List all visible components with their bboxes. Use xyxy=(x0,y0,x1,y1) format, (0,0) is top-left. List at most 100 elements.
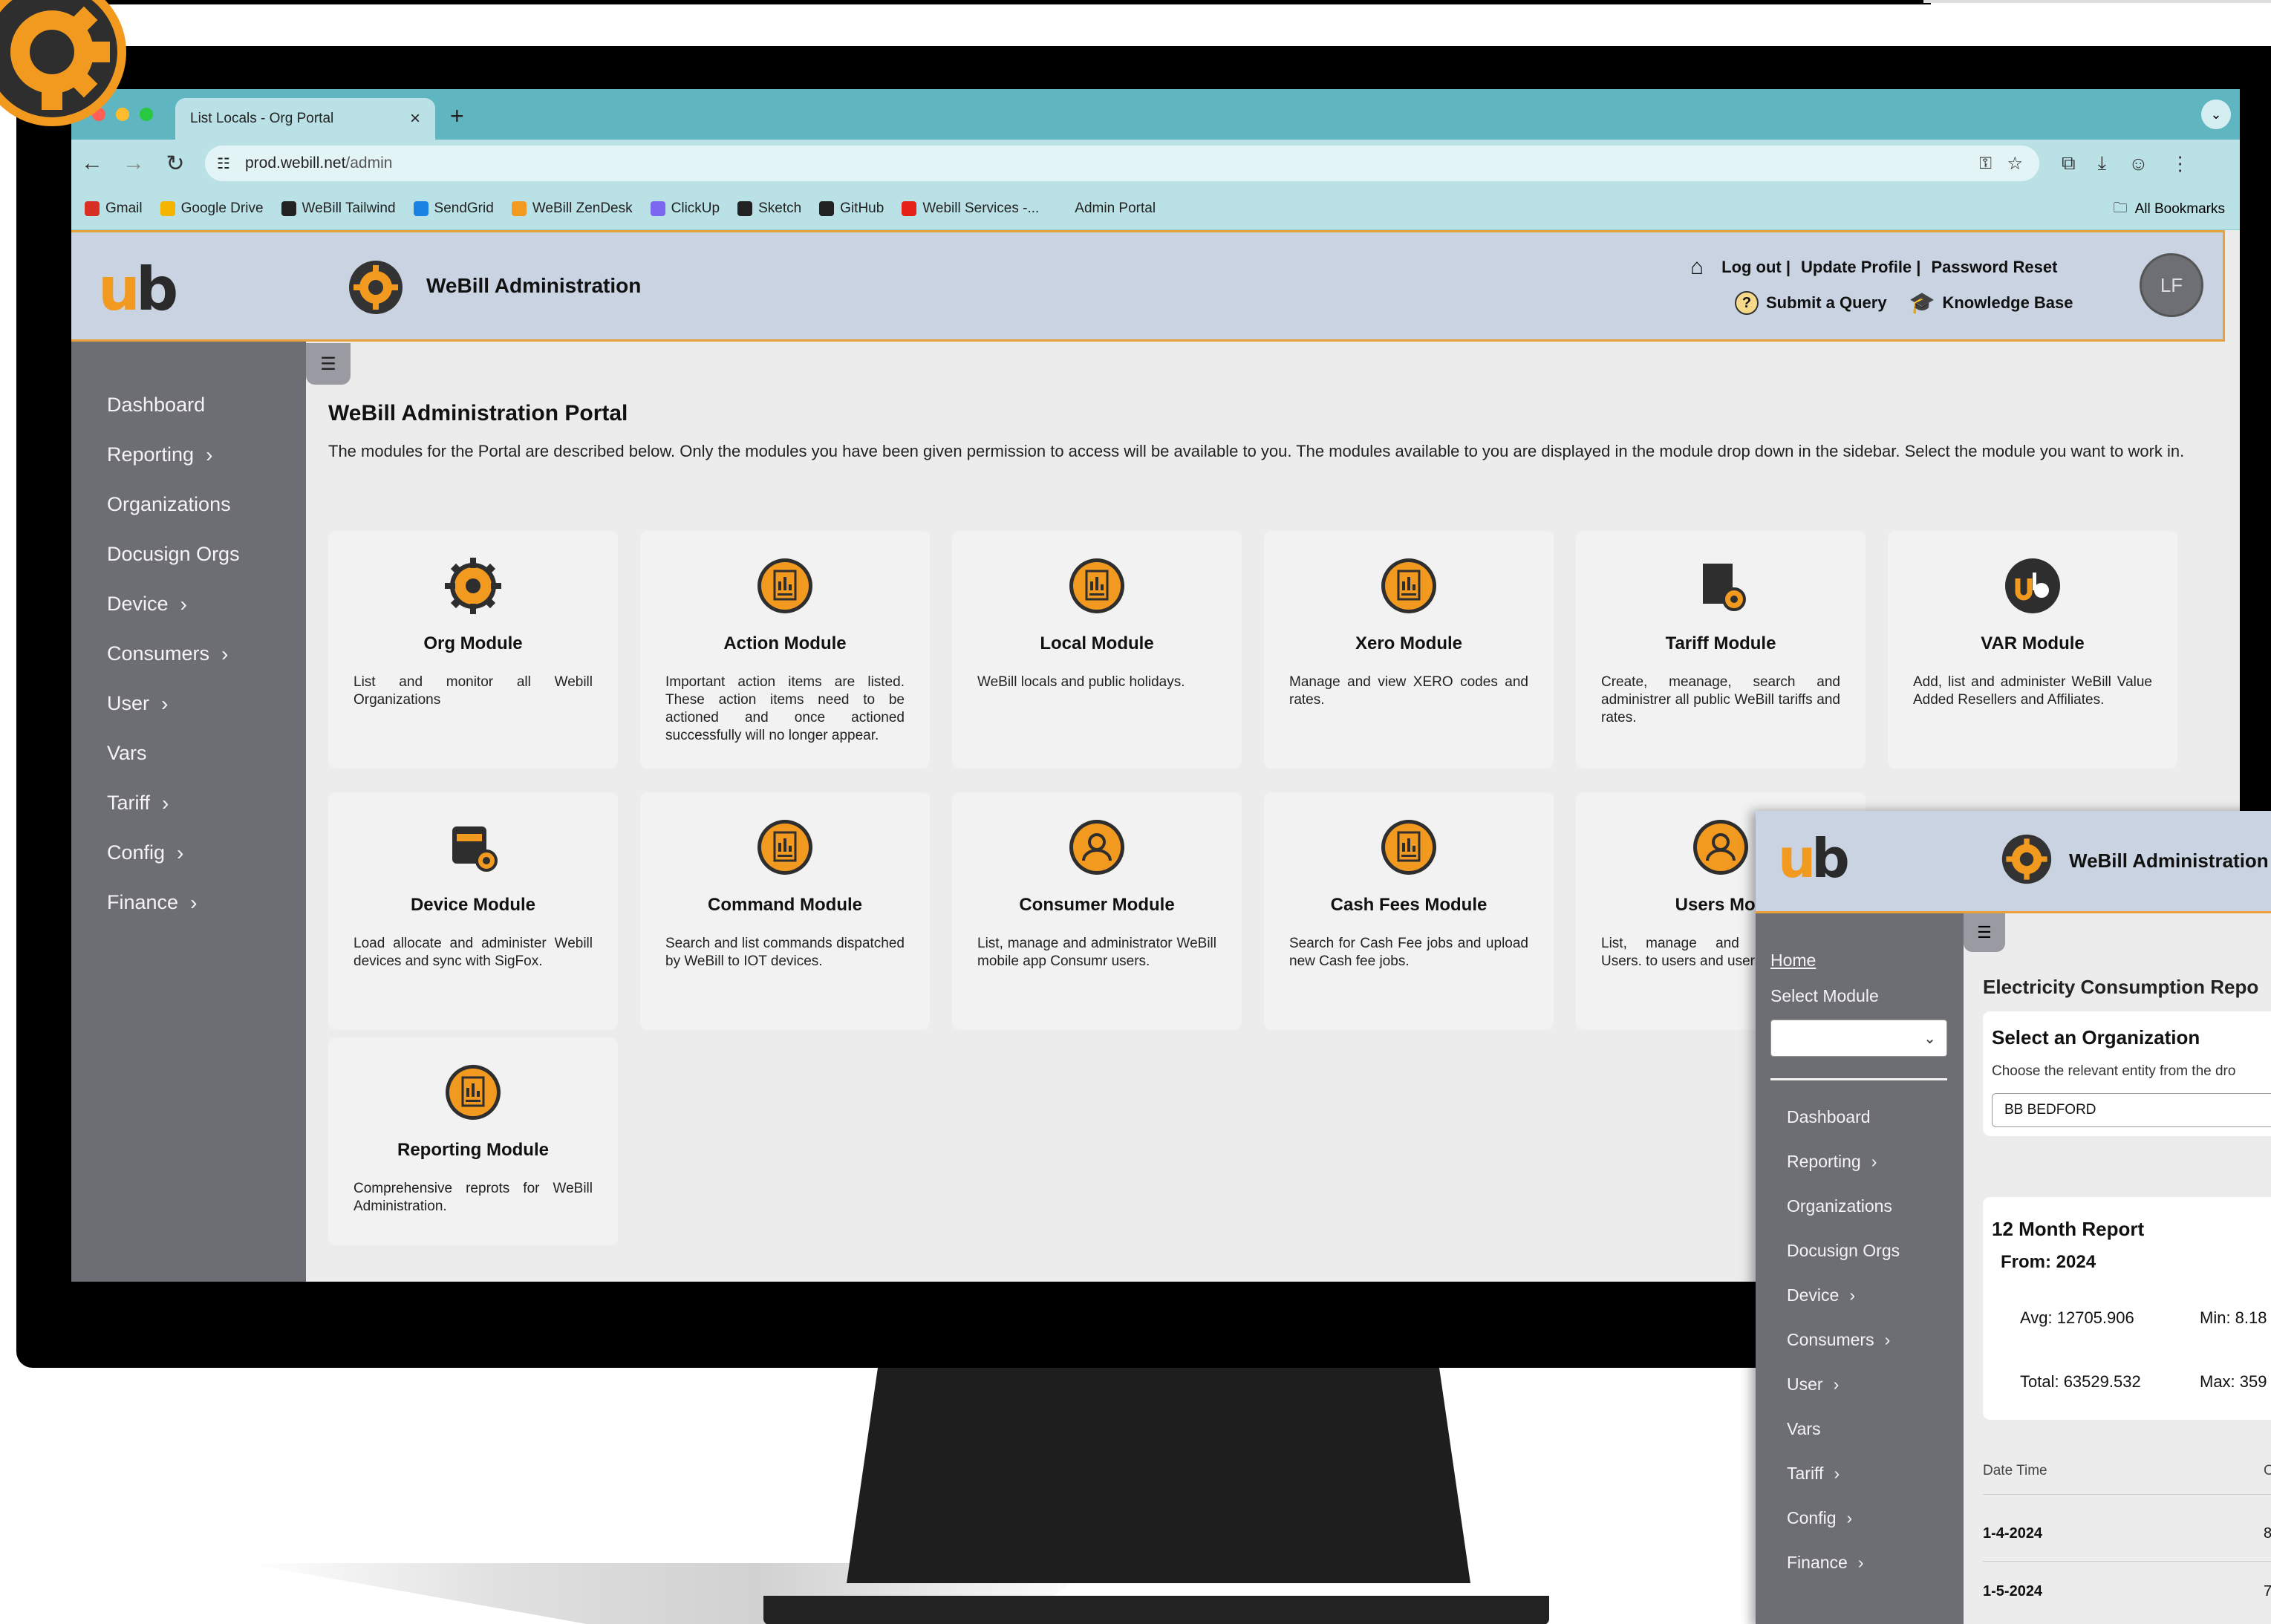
module-title: Tariff Module xyxy=(1665,633,1776,653)
report-icon xyxy=(755,818,815,877)
bookmark-favicon-icon xyxy=(160,200,175,216)
sidebar-item-tariff[interactable]: Tariff › xyxy=(71,778,306,828)
col-date-time: Date Time xyxy=(1983,1463,2047,1478)
profile-icon[interactable]: ☺ xyxy=(2128,152,2148,175)
tab-active[interactable]: List Locals - Org Portal × xyxy=(175,98,435,140)
sidebar-item-consumers[interactable]: Consumers › xyxy=(71,629,306,679)
overlay-collapse-button[interactable]: ☰ xyxy=(1964,913,2005,952)
chevron-right-icon: › xyxy=(161,691,169,715)
password-reset-link[interactable]: Password Reset xyxy=(1931,258,2057,277)
download-icon[interactable]: ⤓ xyxy=(2098,151,2107,175)
sidebar-collapse-button[interactable]: ☰ xyxy=(306,343,351,385)
close-tab-icon[interactable]: × xyxy=(410,108,420,129)
module-card-cash-fees-module[interactable]: Cash Fees Module Search for Cash Fee jobs… xyxy=(1264,792,1554,1030)
sidebar-item-finance[interactable]: Finance › xyxy=(1756,1540,1964,1585)
sidebar-item-finance[interactable]: Finance › xyxy=(71,878,306,927)
overlay-app-title: WeBill Administration xyxy=(2069,849,2269,872)
sidebar-item-dashboard[interactable]: Dashboard xyxy=(71,380,306,430)
knowledge-base-link[interactable]: 🎓 Knowledge Base xyxy=(1909,290,2073,315)
main-content: WeBill Administration Portal The modules… xyxy=(328,401,2229,465)
avg-value: Avg: 12705.906 xyxy=(2020,1308,2134,1327)
sidebar-item-vars[interactable]: Vars xyxy=(71,728,306,778)
avatar[interactable]: LF xyxy=(2140,253,2203,317)
module-card-action-module[interactable]: Action Module Important action items are … xyxy=(640,531,930,769)
bookmark-label: ClickUp xyxy=(671,200,720,216)
bookmark-item[interactable]: ClickUp xyxy=(650,200,720,217)
bookmark-item[interactable]: Admin Portal xyxy=(1075,200,1156,217)
module-card-tariff-module[interactable]: Tariff Module Create, meanage, search and… xyxy=(1576,531,1866,769)
maximize-window-button[interactable] xyxy=(140,108,153,121)
password-key-icon[interactable]: ⚿ xyxy=(1979,154,1992,173)
module-card-var-module[interactable]: VAR Module Add, list and administer WeBil… xyxy=(1888,531,2177,769)
module-card-command-module[interactable]: Command Module Search and list commands d… xyxy=(640,792,930,1030)
sidebar-item-reporting[interactable]: Reporting › xyxy=(71,430,306,480)
module-title: Action Module xyxy=(723,633,847,653)
col-consumption: Cons xyxy=(2264,1463,2271,1478)
menu-icon[interactable]: ⋮ xyxy=(2171,152,2190,175)
bookmark-item[interactable]: Sketch xyxy=(737,200,801,217)
extensions-icon[interactable]: ⧉ xyxy=(2062,151,2076,175)
module-card-local-module[interactable]: Local Module WeBill locals and public hol… xyxy=(952,531,1242,769)
sidebar-item-label: Dashboard xyxy=(1787,1106,1871,1126)
all-bookmarks-label: All Bookmarks xyxy=(2134,201,2225,217)
webill-logo[interactable]: ub xyxy=(98,255,178,324)
sidebar-item-config[interactable]: Config › xyxy=(71,828,306,878)
sidebar-item-user[interactable]: User › xyxy=(71,679,306,728)
sidebar-item-device[interactable]: Device › xyxy=(1756,1273,1964,1317)
sidebar-item-docusign-orgs[interactable]: Docusign Orgs xyxy=(1756,1228,1964,1273)
bookmark-label: Admin Portal xyxy=(1075,200,1156,216)
overlay-webill-logo[interactable]: ub xyxy=(1778,827,1850,890)
sidebar-item-user[interactable]: User › xyxy=(1756,1362,1964,1406)
back-icon[interactable]: ← xyxy=(71,151,113,176)
bookmarks-bar: Gmail Google Drive WeBill Tailwind SendGrid… xyxy=(71,187,2240,230)
sidebar-menu: Dashboard Reporting › Organizations Docusign… xyxy=(71,380,306,927)
reload-icon[interactable]: ↻ xyxy=(154,151,196,177)
module-description: Load allocate and administer Webill devi… xyxy=(353,936,593,969)
new-tab-icon[interactable]: + xyxy=(450,102,464,130)
sidebar-item-organizations[interactable]: Organizations xyxy=(71,480,306,529)
forward-icon[interactable]: → xyxy=(113,151,154,176)
sidebar-item-config[interactable]: Config › xyxy=(1756,1496,1964,1540)
admin-gear-icon xyxy=(349,261,403,314)
overlay-home-link[interactable]: Home xyxy=(1770,950,1816,971)
sidebar-item-organizations[interactable]: Organizations xyxy=(1756,1184,1964,1228)
bookmark-item[interactable]: Google Drive xyxy=(160,200,264,217)
knowledge-base-label: Knowledge Base xyxy=(1942,293,2073,312)
sidebar-item-reporting[interactable]: Reporting › xyxy=(1756,1139,1964,1184)
header-links-2: ? Submit a Query 🎓 Knowledge Base xyxy=(1735,290,2073,315)
bookmark-item[interactable]: WeBill ZenDesk xyxy=(511,200,633,217)
sidebar-item-docusign-orgs[interactable]: Docusign Orgs xyxy=(71,529,306,579)
overlay-select-module-dropdown[interactable]: ⌄ xyxy=(1770,1020,1947,1057)
table-row-value: 8.18 xyxy=(2264,1525,2271,1542)
bookmark-item[interactable]: SendGrid xyxy=(413,200,494,217)
module-card-consumer-module[interactable]: Consumer Module List, manage and administ… xyxy=(952,792,1242,1030)
submit-query-link[interactable]: ? Submit a Query xyxy=(1735,290,1887,315)
sidebar-item-label: Consumers xyxy=(1787,1329,1874,1349)
organization-input[interactable]: BB BEDFORD xyxy=(1992,1093,2271,1127)
home-icon[interactable]: ⌂ xyxy=(1690,255,1704,280)
bookmark-star-icon[interactable]: ☆ xyxy=(2007,153,2023,175)
module-card-reporting-module[interactable]: Reporting Module Comprehensive reprots fo… xyxy=(328,1037,618,1245)
chevron-right-icon: › xyxy=(1884,1329,1891,1349)
module-card-device-module[interactable]: Device Module Load allocate and administe… xyxy=(328,792,618,1030)
chevron-right-icon: › xyxy=(1833,1374,1840,1394)
module-card-xero-module[interactable]: Xero Module Manage and view XERO codes an… xyxy=(1264,531,1554,769)
address-row: ← → ↻ ☷ prod.webill.net/admin ⚿ ☆ ⧉ ⤓ ☺ … xyxy=(71,140,2240,187)
all-bookmarks[interactable]: 🗀 All Bookmarks xyxy=(2114,198,2225,221)
bookmark-item[interactable]: Webill Services -... xyxy=(902,200,1039,217)
sidebar-item-device[interactable]: Device › xyxy=(71,579,306,629)
select-org-heading: Select an Organization xyxy=(1992,1026,2200,1049)
sidebar-item-tariff[interactable]: Tariff › xyxy=(1756,1451,1964,1496)
sidebar-item-consumers[interactable]: Consumers › xyxy=(1756,1317,1964,1362)
update-profile-link[interactable]: Update Profile | xyxy=(1801,258,1920,277)
logout-link[interactable]: Log out | xyxy=(1721,258,1791,277)
site-info-icon[interactable]: ☷ xyxy=(217,154,230,173)
sidebar-item-vars[interactable]: Vars xyxy=(1756,1406,1964,1451)
module-card-org-module[interactable]: Org Module List and monitor all Webill Or… xyxy=(328,531,618,769)
sidebar-item-dashboard[interactable]: Dashboard xyxy=(1756,1095,1964,1139)
address-bar[interactable]: ☷ prod.webill.net/admin ⚿ ☆ xyxy=(205,146,2039,181)
tab-search-icon[interactable]: ⌄ xyxy=(2201,100,2231,129)
bookmark-item[interactable]: Gmail xyxy=(85,200,143,217)
bookmark-item[interactable]: GitHub xyxy=(819,200,884,217)
bookmark-item[interactable]: WeBill Tailwind xyxy=(281,200,396,217)
